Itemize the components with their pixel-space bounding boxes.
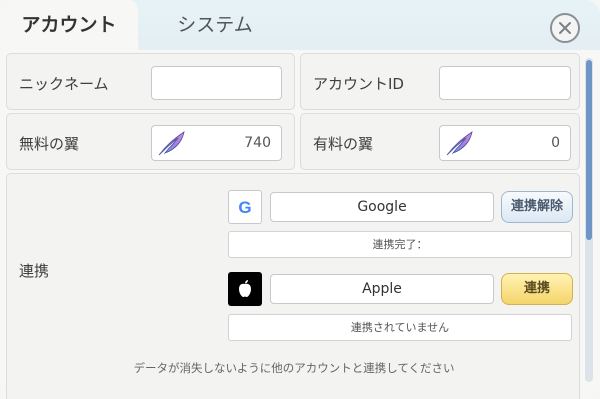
feather-icon (158, 131, 185, 156)
close-icon (559, 22, 571, 34)
paid-wings-field: 0 (439, 125, 571, 161)
account-content: ニックネーム アカウントID 無料の翼 740 有料の翼 0 連携 G Goog… (6, 50, 580, 399)
tab-account[interactable]: アカウント (0, 0, 138, 50)
paid-wings-label: 有料の翼 (313, 135, 374, 153)
google-button[interactable]: Google (270, 192, 494, 222)
apple-status: 連携されていません (228, 314, 572, 341)
link-label: 連携 (19, 262, 50, 280)
free-wings-value: 740 (244, 135, 271, 151)
paid-wings-row: 有料の翼 0 (300, 113, 580, 170)
free-wings-field: 740 (151, 125, 282, 161)
feather-icon (446, 131, 473, 156)
nickname-row: ニックネーム (6, 53, 295, 110)
link-note: データが消失しないように他のアカウントと連携してください (133, 361, 455, 375)
apple-icon (239, 280, 251, 297)
close-button[interactable] (550, 13, 580, 43)
apple-button[interactable]: Apple (270, 274, 494, 304)
tab-system[interactable]: システム (140, 0, 290, 50)
nickname-field[interactable] (151, 66, 282, 100)
account-settings-panel: アカウント システム ニックネーム アカウントID 無料の翼 740 有料の翼 … (0, 0, 600, 399)
google-icon: G (238, 198, 251, 217)
account-id-row: アカウントID (300, 53, 580, 110)
google-unlink-button[interactable]: 連携解除 (501, 191, 573, 223)
account-id-label: アカウントID (313, 75, 404, 93)
apple-icon-box (228, 272, 262, 306)
paid-wings-value: 0 (551, 135, 560, 151)
link-section: 連携 G Google 連携解除 連携完了： Apple 連携 連携されていませ… (6, 173, 580, 399)
google-status: 連携完了： (228, 231, 572, 258)
svg-text:G: G (238, 198, 251, 217)
google-icon-box: G (228, 190, 262, 224)
apple-link-button[interactable]: 連携 (501, 273, 573, 305)
nickname-label: ニックネーム (19, 75, 109, 93)
account-id-field[interactable] (439, 66, 571, 100)
free-wings-label: 無料の翼 (19, 135, 80, 153)
free-wings-row: 無料の翼 740 (6, 113, 295, 170)
scrollbar-thumb[interactable] (586, 60, 592, 240)
